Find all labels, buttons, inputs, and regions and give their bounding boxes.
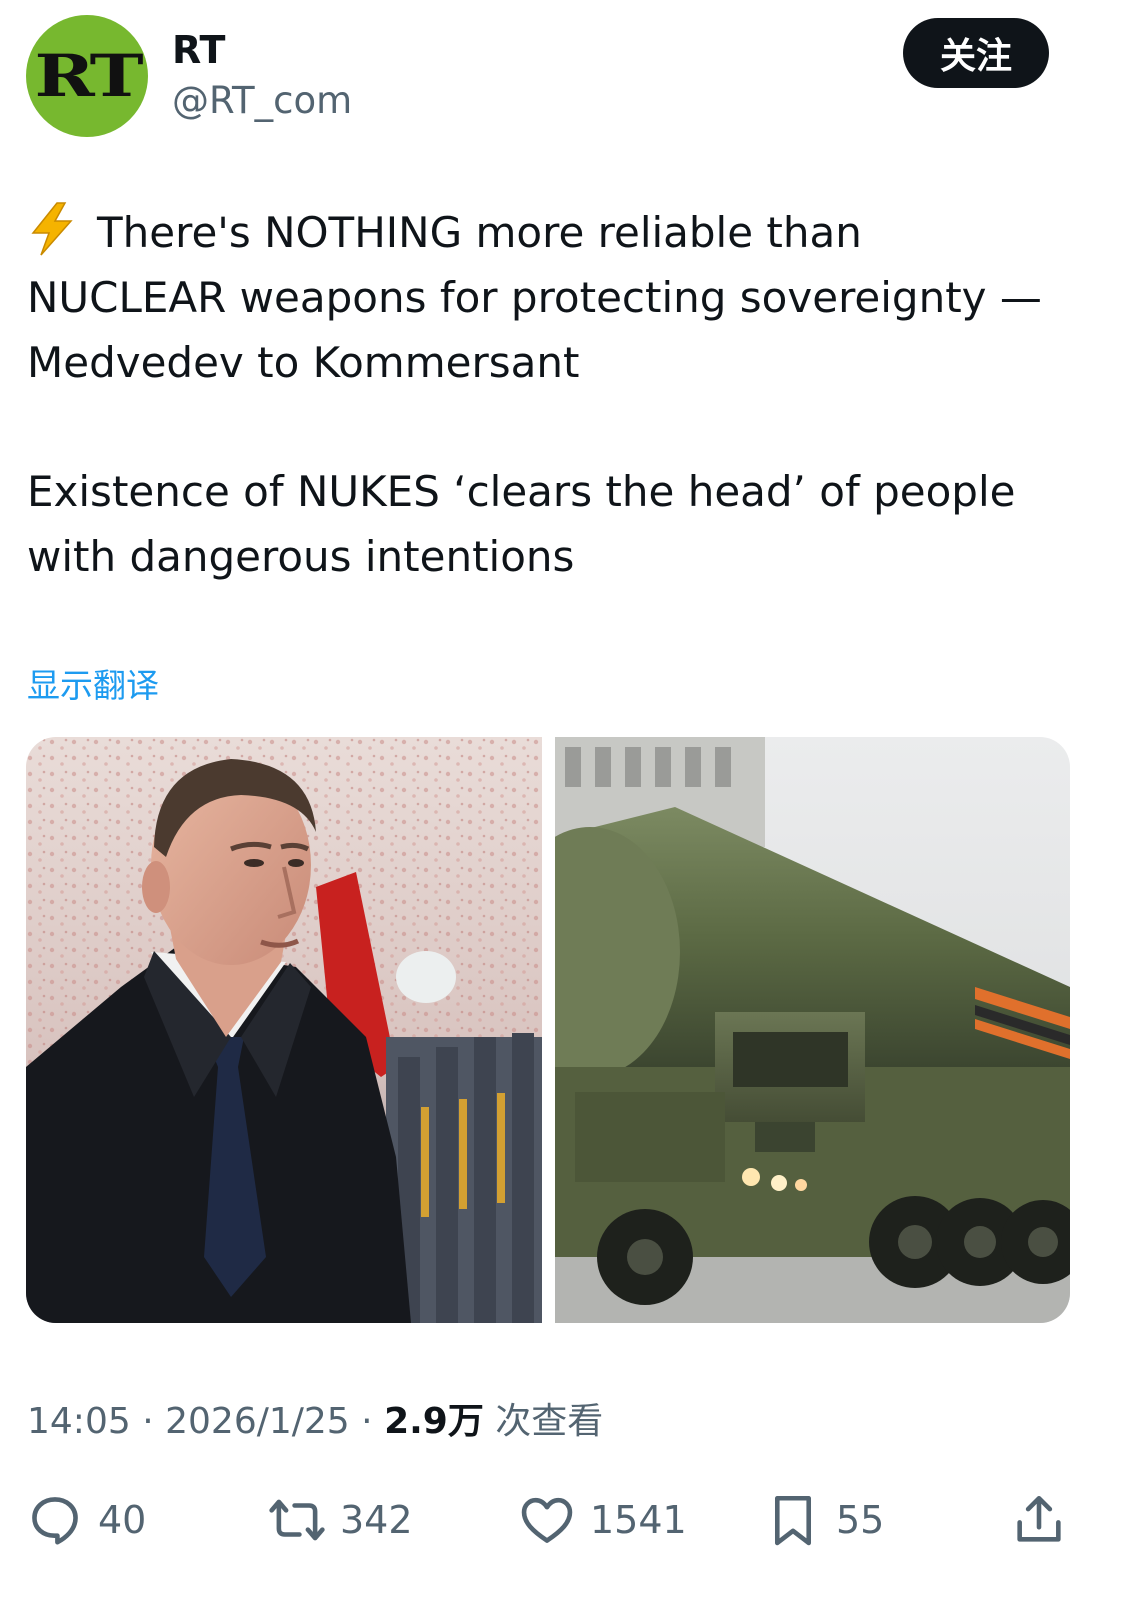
lightning-icon	[31, 202, 73, 256]
views-count: 2.9万	[384, 1401, 484, 1442]
share-icon	[1017, 1495, 1061, 1542]
tweet-text: There's NOTHING more reliable than NUCLE…	[27, 200, 1067, 653]
like-button[interactable]: 1541	[518, 1490, 687, 1550]
tweet-time[interactable]: 14:05	[27, 1401, 131, 1442]
media-grid	[26, 737, 1070, 1323]
reply-icon	[32, 1497, 78, 1545]
photo-medvedev[interactable]	[26, 737, 542, 1323]
reply-count: 40	[98, 1498, 147, 1542]
bookmark-button[interactable]: 55	[764, 1490, 884, 1550]
share-button[interactable]	[1010, 1490, 1068, 1550]
bookmark-icon	[774, 1495, 812, 1546]
tweet-paragraph-1-text: There's NOTHING more reliable than NUCLE…	[27, 208, 1042, 387]
retweet-icon	[269, 1499, 325, 1541]
avatar[interactable]: RT	[26, 15, 148, 137]
views-label: 次查看	[495, 1401, 604, 1442]
retweet-count: 342	[340, 1498, 413, 1542]
photo-missile-launcher[interactable]	[555, 737, 1070, 1323]
user-handle[interactable]: @RT_com	[172, 76, 352, 126]
display-name[interactable]: RT	[172, 24, 225, 76]
tweet-date[interactable]: 2026/1/25	[165, 1401, 350, 1442]
avatar-logo-text: RT	[34, 42, 143, 110]
meta-separator: ·	[361, 1401, 373, 1442]
like-count: 1541	[590, 1498, 687, 1542]
meta-separator: ·	[142, 1401, 154, 1442]
tweet-paragraph-2: Existence of NUKES ‘clears the head’ of …	[27, 467, 1016, 581]
heart-icon	[521, 1497, 573, 1543]
bookmark-count: 55	[836, 1498, 885, 1542]
reply-button[interactable]: 40	[26, 1490, 146, 1550]
show-translation-link[interactable]: 显示翻译	[27, 663, 159, 709]
tweet-meta: 14:05 · 2026/1/25 · 2.9万 次查看	[27, 1397, 603, 1447]
follow-button[interactable]: 关注	[903, 18, 1049, 88]
tweet-paragraph-1: There's NOTHING more reliable than NUCLE…	[27, 200, 1067, 395]
retweet-button[interactable]: 342	[268, 1490, 413, 1550]
